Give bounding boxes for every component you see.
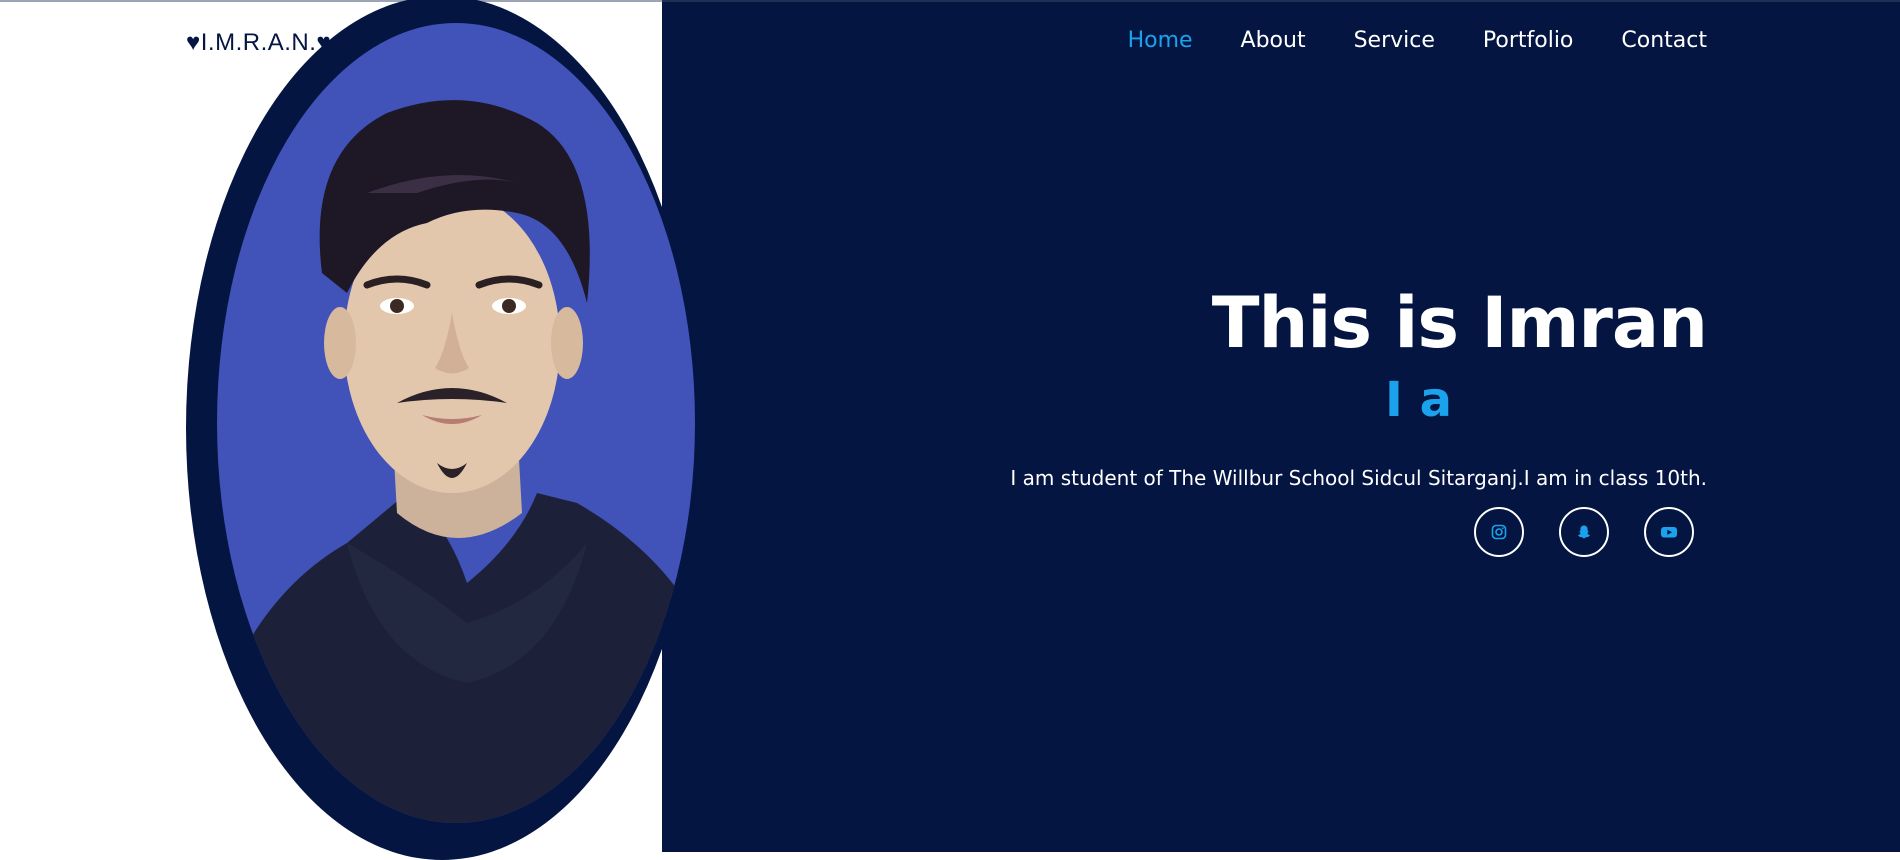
hero-typed-text: I a: [1385, 372, 1452, 428]
nav-portfolio[interactable]: Portfolio: [1483, 28, 1574, 53]
profile-photo-illustration: [217, 100, 695, 823]
youtube-icon: [1661, 527, 1677, 538]
snapchat-icon: [1577, 525, 1591, 539]
nav-about[interactable]: About: [1241, 28, 1306, 53]
instagram-button[interactable]: [1474, 507, 1524, 557]
hero-description: I am student of The Willbur School Sidcu…: [1010, 466, 1707, 490]
nav-home[interactable]: Home: [1128, 28, 1193, 53]
snapchat-button[interactable]: [1559, 507, 1609, 557]
main-nav: Home About Service Portfolio Contact: [1128, 28, 1707, 53]
site-logo[interactable]: ♥I.M.R.A.N.♥: [186, 29, 331, 57]
instagram-icon: [1491, 524, 1507, 540]
nav-service[interactable]: Service: [1354, 28, 1435, 53]
profile-photo: [217, 23, 695, 823]
nav-contact[interactable]: Contact: [1621, 28, 1707, 53]
youtube-button[interactable]: [1644, 507, 1694, 557]
social-links: [1474, 507, 1694, 557]
top-border: [0, 0, 1900, 2]
hero-section: [662, 0, 1900, 852]
hero-title: This is Imran: [1211, 282, 1708, 364]
